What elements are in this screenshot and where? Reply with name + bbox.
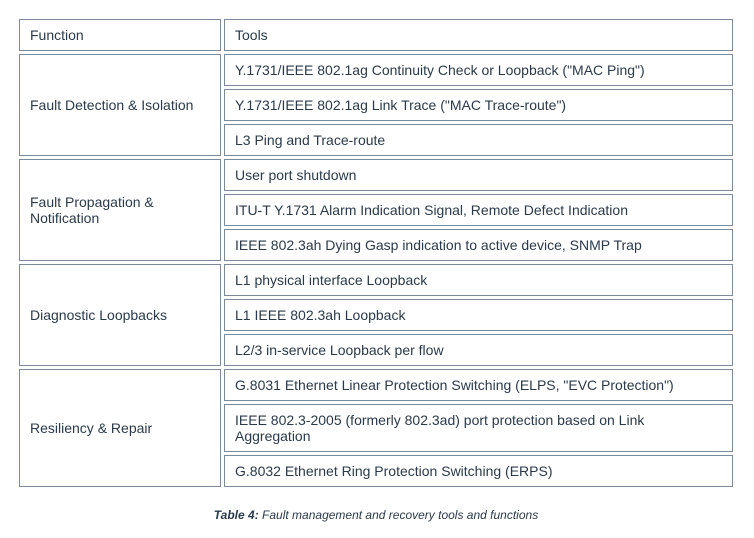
table-header-row: Function Tools <box>19 19 733 51</box>
function-cell: Fault Propagation & Notification <box>19 159 221 261</box>
tool-cell: L3 Ping and Trace-route <box>224 124 733 156</box>
table-row: Fault Propagation & Notification User po… <box>19 159 733 191</box>
tool-cell: User port shutdown <box>224 159 733 191</box>
tool-cell: G.8032 Ethernet Ring Protection Switchin… <box>224 455 733 487</box>
tool-cell: L2/3 in-service Loopback per flow <box>224 334 733 366</box>
table-container: Function Tools Fault Detection & Isolati… <box>16 16 736 522</box>
header-function: Function <box>19 19 221 51</box>
function-cell: Fault Detection & Isolation <box>19 54 221 156</box>
table-row: Fault Detection & Isolation Y.1731/IEEE … <box>19 54 733 86</box>
fault-management-table: Function Tools Fault Detection & Isolati… <box>16 16 736 490</box>
tool-cell: IEEE 802.3-2005 (formerly 802.3ad) port … <box>224 404 733 452</box>
table-row: Diagnostic Loopbacks L1 physical interfa… <box>19 264 733 296</box>
tool-cell: Y.1731/IEEE 802.1ag Continuity Check or … <box>224 54 733 86</box>
caption-label: Table 4: <box>214 508 259 522</box>
table-caption: Table 4: Fault management and recovery t… <box>16 508 736 522</box>
function-cell: Resiliency & Repair <box>19 369 221 487</box>
tool-cell: ITU-T Y.1731 Alarm Indication Signal, Re… <box>224 194 733 226</box>
tool-cell: Y.1731/IEEE 802.1ag Link Trace ("MAC Tra… <box>224 89 733 121</box>
caption-text: Fault management and recovery tools and … <box>259 508 539 522</box>
tool-cell: L1 IEEE 802.3ah Loopback <box>224 299 733 331</box>
tool-cell: IEEE 802.3ah Dying Gasp indication to ac… <box>224 229 733 261</box>
header-tools: Tools <box>224 19 733 51</box>
table-row: Resiliency & Repair G.8031 Ethernet Line… <box>19 369 733 401</box>
tool-cell: G.8031 Ethernet Linear Protection Switch… <box>224 369 733 401</box>
function-cell: Diagnostic Loopbacks <box>19 264 221 366</box>
tool-cell: L1 physical interface Loopback <box>224 264 733 296</box>
